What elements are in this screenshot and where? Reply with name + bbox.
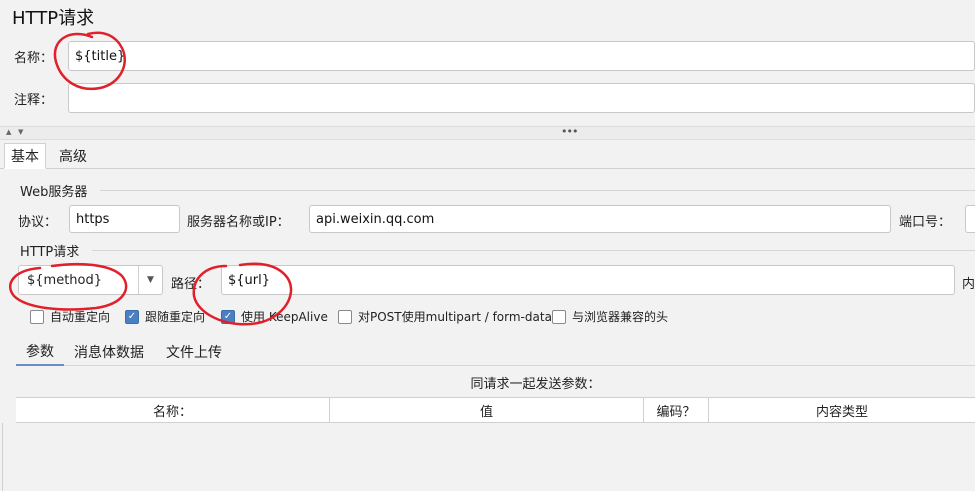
checkbox-box[interactable] xyxy=(338,309,352,324)
params-table-body[interactable] xyxy=(16,423,975,491)
path-label: 路径： xyxy=(171,277,211,292)
http-request-section-label: HTTP请求 xyxy=(20,245,80,260)
checkbox-browser-compatible[interactable]: 与浏览器兼容的头 xyxy=(552,308,668,325)
column-header-value[interactable]: 值 xyxy=(330,398,644,422)
section-divider xyxy=(92,250,975,251)
collapse-up-icon[interactable]: ▲ xyxy=(6,128,11,136)
column-header-content-type[interactable]: 内容类型 xyxy=(709,398,975,422)
checkbox-label: 与浏览器兼容的头 xyxy=(572,310,669,324)
tab-params[interactable]: 参数 xyxy=(16,338,64,366)
comment-label: 注释： xyxy=(14,93,54,108)
web-server-section-label: Web服务器 xyxy=(20,185,88,200)
port-label: 端口号： xyxy=(899,215,952,230)
params-table-header: 名称： 值 编码？ 内容类型 xyxy=(16,397,975,423)
column-header-name[interactable]: 名称： xyxy=(16,398,330,422)
main-tabs: 基本 高级 xyxy=(0,141,975,169)
tab-body-data[interactable]: 消息体数据 xyxy=(68,338,150,366)
method-value: ${method} xyxy=(27,272,103,288)
checkbox-label: 自动重定向 xyxy=(50,310,111,324)
left-border xyxy=(2,423,3,491)
name-label: 名称： xyxy=(14,51,54,66)
name-input[interactable]: ${title} xyxy=(68,41,975,71)
method-select[interactable]: ${method} ▼ xyxy=(18,265,163,295)
path-input[interactable]: ${url} xyxy=(221,265,955,295)
server-input[interactable]: api.weixin.qq.com xyxy=(309,205,891,233)
checkbox-label: 使用 KeepAlive xyxy=(241,310,328,324)
checkbox-label: 对POST使用multipart / form-data xyxy=(358,310,552,324)
tab-basic[interactable]: 基本 xyxy=(4,143,46,169)
column-header-encode[interactable]: 编码？ xyxy=(644,398,709,422)
comment-input[interactable] xyxy=(68,83,975,113)
checkbox-auto-redirect[interactable]: 自动重定向 xyxy=(30,308,110,325)
checkbox-label: 跟随重定向 xyxy=(145,310,206,324)
collapse-down-icon[interactable]: ▼ xyxy=(18,128,23,136)
checkbox-multipart[interactable]: 对POST使用multipart / form-data xyxy=(338,308,552,325)
protocol-label: 协议： xyxy=(18,215,58,230)
drag-handle-icon[interactable]: ••• xyxy=(561,125,578,138)
checkbox-keepalive[interactable]: ✓ 使用 KeepAlive xyxy=(221,308,328,325)
tab-file-upload[interactable]: 文件上传 xyxy=(160,338,228,366)
section-divider xyxy=(100,190,975,191)
tab-advanced[interactable]: 高级 xyxy=(53,143,93,169)
page-title: HTTP请求 xyxy=(12,8,95,29)
checkbox-follow-redirect[interactable]: ✓ 跟随重定向 xyxy=(125,308,205,325)
checkbox-box[interactable] xyxy=(552,309,566,324)
chevron-down-icon[interactable]: ▼ xyxy=(138,266,162,294)
protocol-input[interactable]: https xyxy=(69,205,180,233)
port-input[interactable] xyxy=(965,205,975,233)
content-encoding-label: 内 xyxy=(962,277,975,292)
check-icon[interactable]: ✓ xyxy=(125,309,139,324)
server-label: 服务器名称或IP： xyxy=(187,215,290,230)
checkbox-box[interactable] xyxy=(30,309,44,324)
params-caption: 同请求一起发送参数： xyxy=(470,377,601,392)
check-icon[interactable]: ✓ xyxy=(221,309,235,324)
sub-tabs: 参数 消息体数据 文件上传 xyxy=(16,336,975,366)
splitter-bar[interactable]: ▲ ▼ ••• xyxy=(0,125,975,140)
